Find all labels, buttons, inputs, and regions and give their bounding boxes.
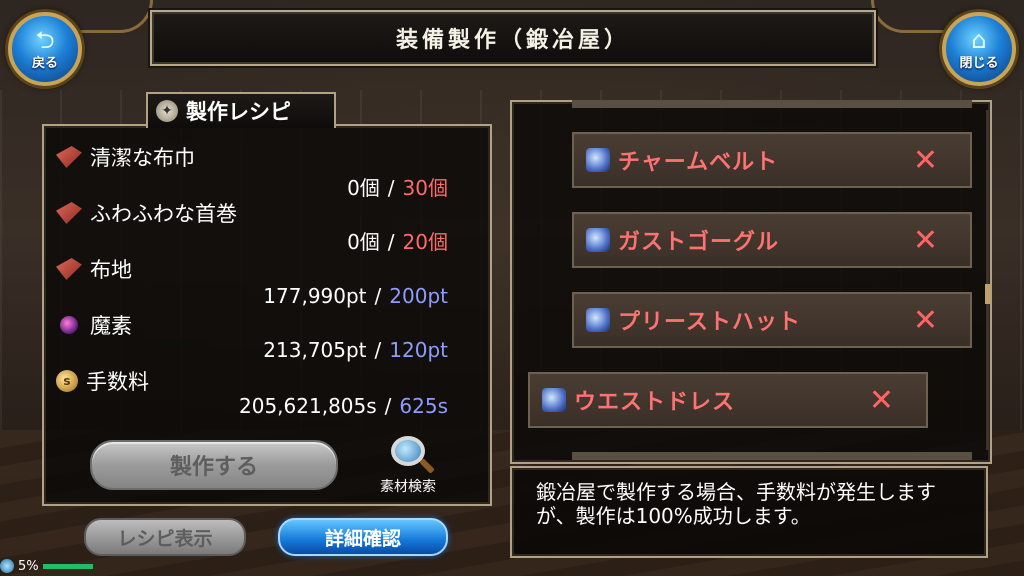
material-need: 120pt — [389, 338, 448, 362]
unavailable-icon: ✕ — [868, 382, 894, 418]
back-arrow-icon: ⮌ — [35, 25, 55, 54]
unavailable-icon: ✕ — [912, 222, 938, 258]
detail-check-button[interactable]: 詳細確認 — [278, 518, 448, 556]
material-separator: / — [387, 230, 395, 254]
material-row: 清潔な布巾 0個 / 30個 — [56, 142, 456, 200]
list-top-edge — [572, 100, 972, 108]
item-name: チャームベルト — [618, 150, 779, 175]
material-have: 0個 — [347, 176, 380, 200]
material-have: 213,705pt — [263, 338, 367, 362]
list-bottom-edge — [572, 452, 972, 460]
material-separator: / — [374, 338, 382, 362]
equipment-icon — [542, 388, 566, 412]
cloth-icon — [56, 202, 82, 224]
orb-icon — [60, 316, 78, 334]
ornament-right — [871, 0, 944, 33]
material-row: 魔素 213,705pt / 120pt — [56, 310, 456, 362]
recipe-view-button[interactable]: レシピ表示 — [84, 518, 246, 556]
material-have: 205,621,805s — [239, 394, 377, 418]
recipe-panel-title: 製作レシピ — [186, 100, 291, 124]
status-bar — [42, 563, 93, 569]
material-row: ふわふわな首巻 0個 / 20個 — [56, 198, 456, 254]
status-indicator: 5% — [0, 556, 93, 576]
item-name: プリーストハット — [618, 310, 801, 335]
material-name: ふわふわな首巻 — [90, 202, 237, 226]
material-separator: / — [387, 176, 395, 200]
unavailable-icon: ✕ — [912, 302, 938, 338]
list-item-selected[interactable]: ウエストドレス ✕ — [528, 372, 928, 428]
home-icon: ⌂ — [971, 25, 987, 54]
coin-icon: s — [56, 370, 78, 392]
list-item[interactable]: ガストゴーグル ✕ — [572, 212, 972, 268]
material-need: 625s — [399, 394, 448, 418]
material-name: 清潔な布巾 — [90, 146, 195, 170]
material-need: 30個 — [402, 176, 448, 200]
material-name: 布地 — [90, 258, 132, 282]
material-row: 布地 177,990pt / 200pt — [56, 254, 456, 308]
scrollbar-track[interactable] — [986, 110, 989, 450]
ornament-left — [80, 0, 153, 33]
equipment-icon — [586, 148, 610, 172]
material-need: 200pt — [389, 284, 448, 308]
close-button-label: 閉じる — [959, 55, 999, 71]
equipment-icon — [586, 308, 610, 332]
title-bar: 装備製作（鍛冶屋） — [150, 10, 876, 66]
material-name: 魔素 — [90, 314, 132, 338]
scrollbar-thumb[interactable] — [985, 284, 990, 304]
cloth-icon — [56, 146, 82, 168]
page-title: 装備製作（鍛冶屋） — [395, 28, 630, 53]
recipe-panel-header: ✦ 製作レシピ — [146, 92, 336, 128]
list-item[interactable]: プリーストハット ✕ — [572, 292, 972, 348]
equipment-icon — [586, 228, 610, 252]
material-have: 177,990pt — [263, 284, 367, 308]
craft-button[interactable]: 製作する — [90, 440, 338, 490]
status-orb-icon — [0, 559, 14, 573]
material-search-label: 素材検索 — [380, 479, 436, 495]
list-item[interactable]: チャームベルト ✕ — [572, 132, 972, 188]
info-message: 鍛冶屋で製作する場合、手数料が発生しますが、製作は100%成功します。 — [536, 480, 936, 528]
back-button-label: 戻る — [31, 55, 58, 71]
status-percent: 5% — [18, 558, 39, 574]
material-name: 手数料 — [86, 370, 149, 394]
unavailable-icon: ✕ — [912, 142, 938, 178]
item-name: ガストゴーグル — [618, 230, 780, 255]
material-row: s 手数料 205,621,805s / 625s — [56, 366, 456, 418]
material-need: 20個 — [402, 230, 448, 254]
material-separator: / — [384, 394, 392, 418]
material-separator: / — [374, 284, 382, 308]
back-button[interactable]: ⮌ 戻る — [8, 12, 82, 86]
material-have: 0個 — [347, 230, 380, 254]
recipe-book-icon: ✦ — [156, 100, 178, 122]
close-button[interactable]: ⌂ 閉じる — [942, 12, 1016, 86]
item-name: ウエストドレス — [574, 390, 736, 415]
magnifier-icon — [391, 436, 425, 466]
material-search-button[interactable]: 素材検索 — [370, 436, 446, 496]
info-message-box: 鍛冶屋で製作する場合、手数料が発生しますが、製作は100%成功します。 — [510, 466, 988, 558]
cloth-icon — [56, 258, 82, 280]
